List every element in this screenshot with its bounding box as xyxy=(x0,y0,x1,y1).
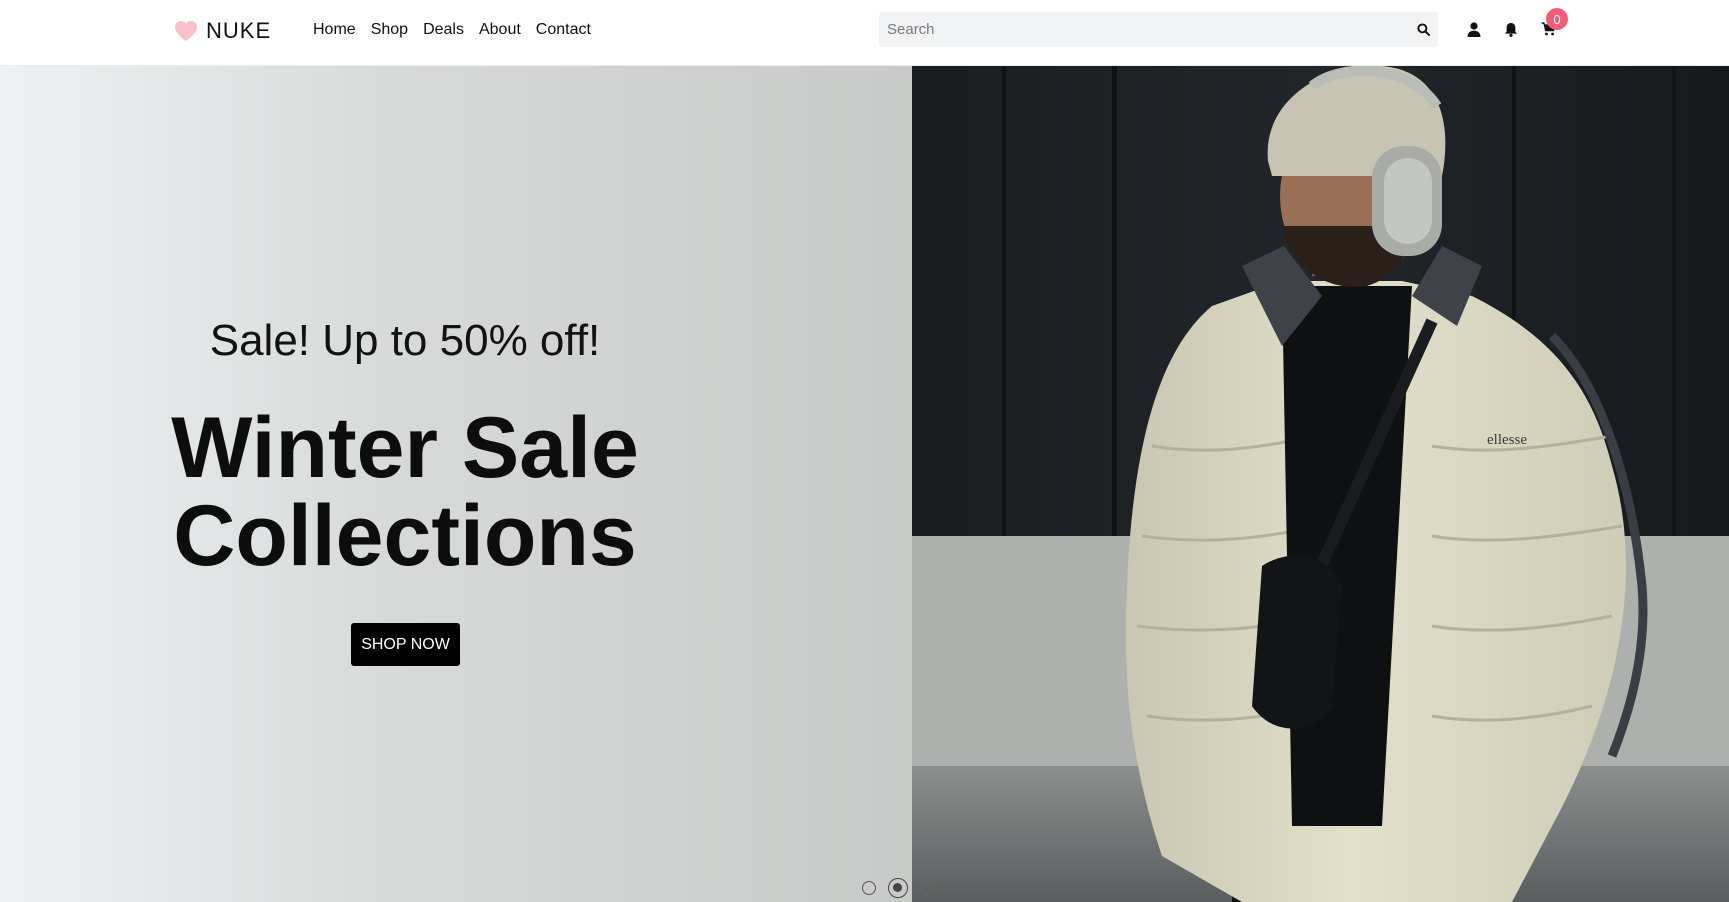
nav-shop[interactable]: Shop xyxy=(371,20,408,40)
model-photo: ellesse xyxy=(912,66,1729,902)
search-bar xyxy=(879,12,1438,47)
hero-headline-line1: Winter Sale xyxy=(171,400,639,496)
site-header: NUKE Home Shop Deals About Contact Searc… xyxy=(0,0,1729,66)
carousel-dot-1[interactable] xyxy=(862,881,876,895)
heart-icon xyxy=(175,21,197,41)
bell-icon[interactable] xyxy=(1502,20,1520,38)
hero-text-panel: Sale! Up to 50% off! Winter Sale Collect… xyxy=(0,66,912,902)
search-input[interactable] xyxy=(879,12,1408,47)
hero-image: ellesse xyxy=(912,66,1729,902)
hero-subtitle: Sale! Up to 50% off! xyxy=(209,316,601,365)
nav-deals[interactable]: Deals xyxy=(423,20,464,40)
hero-headline: Winter Sale Collections xyxy=(0,404,810,580)
nav-home[interactable]: Home xyxy=(313,20,356,40)
nav-contact[interactable]: Contact xyxy=(536,20,591,40)
user-icon[interactable] xyxy=(1465,20,1483,38)
shop-now-button[interactable]: SHOP NOW xyxy=(351,623,460,666)
carousel-dots xyxy=(862,878,934,898)
header-actions xyxy=(1465,20,1557,38)
carousel-dot-3[interactable] xyxy=(920,881,934,895)
main-nav: Home Shop Deals About Contact xyxy=(313,20,606,40)
nav-about[interactable]: About xyxy=(479,20,521,40)
hero-carousel: Sale! Up to 50% off! Winter Sale Collect… xyxy=(0,66,1729,902)
jacket-brand-text: ellesse xyxy=(1487,432,1527,448)
search-icon[interactable] xyxy=(1408,12,1438,47)
brand-name: NUKE xyxy=(206,18,272,43)
cart-count-badge: 0 xyxy=(1546,8,1568,30)
hero-headline-line2: Collections xyxy=(173,488,637,584)
brand-logo[interactable]: NUKE xyxy=(174,16,271,46)
carousel-dot-2[interactable] xyxy=(888,878,908,898)
